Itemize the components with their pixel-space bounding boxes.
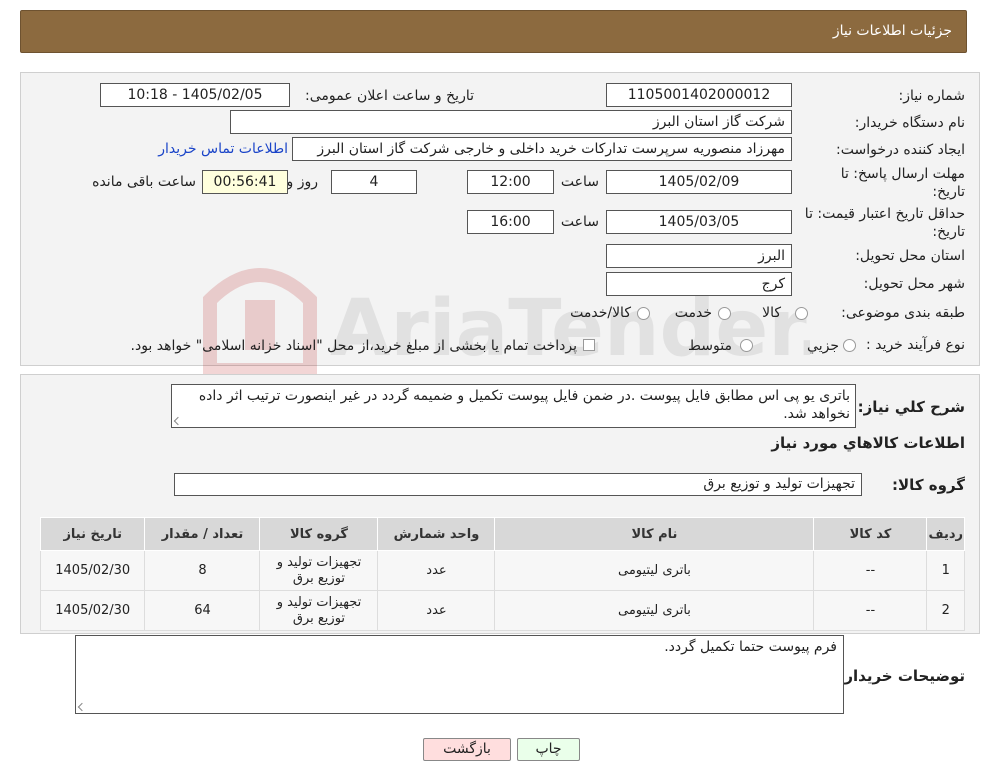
page-header: جزئیات اطلاعات نیاز (20, 10, 967, 53)
row-code: -- (813, 550, 928, 591)
category-label: طبقه بندی موضوعی: (841, 305, 965, 321)
row-name: باتری لیتیومی (494, 590, 815, 631)
city-field: کرج (606, 272, 792, 296)
validity-date-field: 1405/03/05 (606, 210, 792, 234)
buyer-notes-label: توضيحات خريدار: (838, 667, 965, 685)
row-qty: 64 (144, 590, 261, 631)
purchase-medium-radio[interactable] (740, 339, 753, 352)
deadline-time-field: 12:00 (467, 170, 554, 194)
row-group: تجهیزات تولید و توزیع برق (259, 590, 379, 631)
back-button[interactable]: بازگشت (423, 738, 511, 761)
purchase-medium-label: متوسط (688, 338, 732, 354)
deadline-label-date: تاریخ: (932, 184, 965, 200)
goods-group-field: تجهیزات تولید و توزیع برق (174, 473, 862, 496)
need-number-label: شماره نیاز: (898, 88, 966, 104)
category-goods-service-label: کالا/خدمت (570, 305, 631, 321)
column-header-index: رديف (926, 517, 965, 551)
validity-label: حداقل تاریخ اعتبار قیمت: تا (804, 206, 965, 222)
deadline-date-field: 1405/02/09 (606, 170, 792, 194)
row-index: 2 (926, 590, 965, 631)
print-button[interactable]: چاپ (517, 738, 580, 761)
goods-section-title: اطلاعات کالاهاي مورد نياز (771, 434, 965, 452)
validity-label-date: تاریخ: (932, 224, 965, 240)
buyer-org-field: شرکت گاز استان البرز (230, 110, 792, 134)
column-header-name: نام کالا (494, 517, 815, 551)
treasury-checkbox[interactable] (583, 339, 595, 351)
deadline-time-label: ساعت (560, 174, 599, 190)
validity-time-label: ساعت (560, 214, 599, 230)
buyer-org-label: نام دستگاه خریدار: (854, 115, 965, 131)
row-qty: 8 (144, 550, 261, 591)
description-label: شرح کلي نياز: (857, 398, 965, 416)
category-goods-label: کالا (762, 305, 781, 321)
row-index: 1 (926, 550, 965, 591)
requester-label: ایجاد کننده درخواست: (836, 142, 965, 158)
description-text: باتری یو پی اس مطابق فایل پیوست .در ضمن … (198, 388, 850, 422)
description-textarea[interactable]: باتری یو پی اس مطابق فایل پیوست .در ضمن … (171, 384, 856, 428)
column-header-qty: تعداد / مقدار (144, 517, 261, 551)
remaining-time-label: ساعت باقی مانده (92, 174, 196, 190)
announce-datetime-field: 1405/02/05 - 10:18 (100, 83, 290, 107)
column-header-date: تاريخ نياز (39, 517, 146, 551)
buyer-notes-text: فرم پیوست حتما تکمیل گردد. (664, 639, 837, 655)
table-row: 1 -- باتری لیتیومی عدد تجهیزات تولید و ت… (39, 550, 965, 591)
resize-handle-icon[interactable] (173, 416, 183, 426)
treasury-note: پرداخت تمام یا بخشی از مبلغ خرید،از محل … (130, 338, 577, 354)
goods-group-label: گروه کالا: (892, 476, 965, 494)
resize-handle-icon[interactable] (77, 702, 87, 712)
watermark-text: AriaTender.neT (330, 284, 810, 374)
column-header-unit: واحد شمارش (377, 517, 496, 551)
row-name: باتری لیتیومی (494, 550, 815, 591)
province-label: استان محل تحویل: (855, 248, 965, 264)
row-date: 1405/02/30 (39, 590, 146, 631)
requester-field: مهرزاد منصوریه سرپرست تدارکات خرید داخلی… (292, 137, 792, 161)
category-service-radio[interactable] (718, 307, 731, 320)
purchase-minor-label: جزیي (807, 338, 839, 354)
city-label: شهر محل تحویل: (863, 276, 965, 292)
category-goods-radio[interactable] (795, 307, 808, 320)
purchase-type-label: نوع فرآیند خرید : (866, 337, 965, 353)
days-remaining-field: 4 (331, 170, 417, 194)
table-header-row: رديف کد کالا نام کالا واحد شمارش گروه کا… (39, 517, 965, 551)
page-title: جزئیات اطلاعات نیاز (832, 23, 952, 39)
row-unit: عدد (377, 590, 496, 631)
category-service-label: خدمت (674, 305, 712, 321)
buyer-contact-link[interactable]: اطلاعات تماس خریدار (158, 141, 288, 157)
remaining-time-field: 00:56:41 (202, 170, 288, 194)
row-date: 1405/02/30 (39, 550, 146, 591)
column-header-code: کد کالا (813, 517, 928, 551)
days-label: روز و (286, 174, 319, 190)
column-header-group: گروه کالا (259, 517, 379, 551)
row-group: تجهیزات تولید و توزیع برق (259, 550, 379, 591)
goods-table: رديف کد کالا نام کالا واحد شمارش گروه کا… (39, 517, 965, 631)
province-field: البرز (606, 244, 792, 268)
deadline-label: مهلت ارسال پاسخ: تا (840, 166, 965, 182)
row-unit: عدد (377, 550, 496, 591)
announce-label: تاریخ و ساعت اعلان عمومی: (305, 88, 474, 104)
row-code: -- (813, 590, 928, 631)
purchase-minor-radio[interactable] (843, 339, 856, 352)
validity-time-field: 16:00 (467, 210, 554, 234)
need-number-field: 1105001402000012 (606, 83, 792, 107)
table-row: 2 -- باتری لیتیومی عدد تجهیزات تولید و ت… (39, 590, 965, 631)
buyer-notes-textarea[interactable]: فرم پیوست حتما تکمیل گردد. (75, 635, 844, 714)
category-goods-service-radio[interactable] (637, 307, 650, 320)
